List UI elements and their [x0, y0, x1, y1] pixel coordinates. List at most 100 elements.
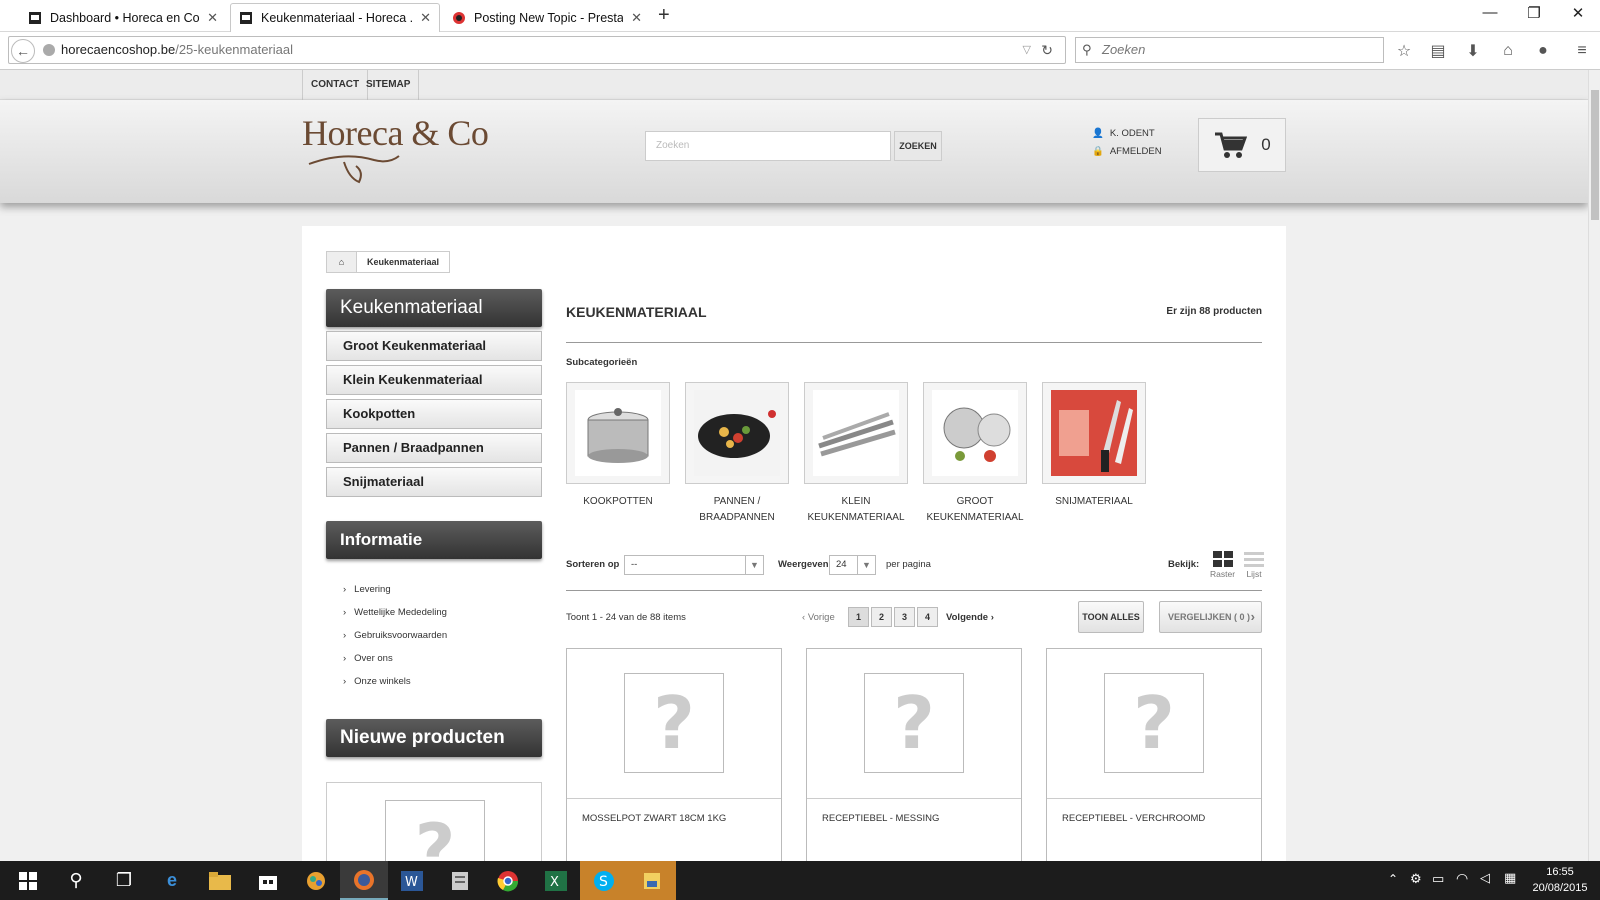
- subcategory-image[interactable]: [566, 382, 670, 484]
- subcategory-image[interactable]: [923, 382, 1027, 484]
- product-name[interactable]: RECEPTIEBEL - VERCHROOMD: [1062, 813, 1205, 824]
- subcategory-name-line2[interactable]: BRAADPANNEN: [685, 510, 789, 526]
- minimize-icon[interactable]: —: [1470, 4, 1510, 21]
- page-3-button[interactable]: 3: [894, 607, 915, 627]
- close-tab-icon[interactable]: ✕: [631, 10, 642, 26]
- subcategory-name-line2[interactable]: KEUKENMATERIAAL: [923, 510, 1027, 526]
- windows-start-icon[interactable]: [4, 861, 52, 900]
- folder-app-icon[interactable]: [628, 861, 676, 900]
- show-all-button[interactable]: TOON ALLES: [1078, 601, 1144, 633]
- restore-icon[interactable]: ❐: [1514, 4, 1554, 22]
- sort-select[interactable]: -- ▼: [624, 555, 764, 575]
- list-view-button[interactable]: Lijst: [1244, 551, 1264, 579]
- skype-icon[interactable]: S: [580, 861, 628, 900]
- subcategory-image[interactable]: [1042, 382, 1146, 484]
- compare-button[interactable]: VERGELIJKEN ( 0 ) ›: [1159, 601, 1262, 633]
- subcategory-groot-keukenmateriaal[interactable]: GROOT KEUKENMATERIAAL: [923, 382, 1027, 526]
- site-logo[interactable]: Horeca & Co: [302, 112, 492, 188]
- new-tab-icon[interactable]: +: [658, 4, 670, 27]
- category-block-title[interactable]: Keukenmateriaal: [326, 289, 542, 327]
- reading-list-icon[interactable]: ▤: [1427, 40, 1449, 62]
- subcategory-name-line2[interactable]: KEUKENMATERIAAL: [804, 510, 908, 526]
- subcategory-snijmateriaal[interactable]: SNIJMATERIAAL: [1042, 382, 1146, 510]
- word-icon[interactable]: W: [388, 861, 436, 900]
- subcategory-image[interactable]: [804, 382, 908, 484]
- sidebar-item-kookpotten[interactable]: Kookpotten: [326, 399, 542, 429]
- prev-page-link[interactable]: ‹ Vorige: [802, 612, 835, 623]
- subcategory-name[interactable]: GROOT: [923, 494, 1027, 510]
- store-icon[interactable]: [244, 861, 292, 900]
- subcategory-image[interactable]: [685, 382, 789, 484]
- reload-icon[interactable]: ↻: [1041, 37, 1053, 63]
- info-link-over-ons[interactable]: › Over ons: [343, 653, 393, 664]
- document-app-icon[interactable]: [436, 861, 484, 900]
- tab-dashboard[interactable]: Dashboard • Horeca en Co ... ✕: [20, 3, 226, 32]
- show-hidden-icons-icon[interactable]: ⌃: [1388, 872, 1398, 886]
- subcategory-name[interactable]: PANNEN /: [685, 494, 789, 510]
- tab-posting-new-topic[interactable]: Posting New Topic - Presta... ✕: [444, 3, 650, 32]
- info-link-onze-winkels[interactable]: › Onze winkels: [343, 676, 411, 687]
- page-1-button[interactable]: 1: [848, 607, 869, 627]
- cart-button[interactable]: 0: [1198, 118, 1286, 172]
- keyboard-icon[interactable]: ▦: [1504, 870, 1516, 886]
- sidebar-item-pannen-braadpannen[interactable]: Pannen / Braadpannen: [326, 433, 542, 463]
- menu-icon[interactable]: ≡: [1571, 40, 1593, 62]
- excel-icon[interactable]: X: [532, 861, 580, 900]
- back-arrow-icon[interactable]: ←: [11, 39, 35, 63]
- sidebar-item-groot-keukenmateriaal[interactable]: Groot Keukenmateriaal: [326, 331, 542, 361]
- scrollbar-thumb[interactable]: [1591, 90, 1599, 220]
- volume-icon[interactable]: ◁: [1480, 870, 1490, 886]
- close-window-icon[interactable]: ✕: [1558, 4, 1598, 22]
- product-name[interactable]: RECEPTIEBEL - MESSING: [822, 813, 939, 824]
- subcategory-kookpotten[interactable]: KOOKPOTTEN: [566, 382, 670, 510]
- network-status-icon[interactable]: ⚙: [1410, 871, 1422, 887]
- info-link-wettelijke-mededeling[interactable]: › Wettelijke Mededeling: [343, 607, 447, 618]
- close-tab-icon[interactable]: ✕: [207, 10, 218, 26]
- page-2-button[interactable]: 2: [871, 607, 892, 627]
- wifi-icon[interactable]: ◠: [1456, 870, 1468, 887]
- site-search-input[interactable]: Zoeken: [645, 131, 891, 161]
- browser-search-input[interactable]: ⚲ Zoeken: [1075, 37, 1384, 63]
- edge-icon[interactable]: e: [148, 861, 196, 900]
- grid-view-button[interactable]: Raster: [1210, 551, 1235, 579]
- subcategory-klein-keukenmateriaal[interactable]: KLEIN KEUKENMATERIAAL: [804, 382, 908, 526]
- close-tab-icon[interactable]: ✕: [420, 10, 431, 26]
- new-products-block-title[interactable]: Nieuwe producten: [326, 719, 542, 757]
- dropdown-arrow-icon[interactable]: ▽: [1023, 37, 1031, 63]
- tab-keukenmateriaal[interactable]: Keukenmateriaal - Horeca ... ✕: [230, 3, 440, 32]
- home-icon[interactable]: ⌂: [327, 252, 357, 272]
- subcategory-pannen-braadpannen[interactable]: PANNEN / BRAADPANNEN: [685, 382, 789, 526]
- subcategory-name[interactable]: KOOKPOTTEN: [566, 494, 670, 510]
- download-icon[interactable]: ⬇: [1462, 40, 1484, 62]
- bookmark-star-icon[interactable]: ☆: [1393, 40, 1415, 62]
- product-image[interactable]: ?: [567, 649, 781, 799]
- address-bar[interactable]: ← horecaencoshop.be/25-keukenmateriaal ▽…: [8, 36, 1066, 64]
- chrome-icon[interactable]: [484, 861, 532, 900]
- logout-link[interactable]: 🔒 AFMELDEN: [1092, 146, 1162, 157]
- product-name[interactable]: MOSSELPOT ZWART 18CM 1KG: [582, 813, 726, 824]
- product-image[interactable]: ?: [807, 649, 1021, 799]
- info-link-levering[interactable]: › Levering: [343, 584, 391, 595]
- task-view-icon[interactable]: ❐: [100, 861, 148, 900]
- file-explorer-icon[interactable]: [196, 861, 244, 900]
- subcategory-name[interactable]: SNIJMATERIAAL: [1042, 494, 1146, 510]
- next-page-link[interactable]: Volgende ›: [946, 612, 994, 623]
- subcategory-name[interactable]: KLEIN: [804, 494, 908, 510]
- search-icon[interactable]: ⚲: [52, 861, 100, 900]
- firefox-icon[interactable]: [340, 861, 388, 900]
- battery-icon[interactable]: ▭: [1432, 871, 1444, 887]
- sidebar-item-klein-keukenmateriaal[interactable]: Klein Keukenmateriaal: [326, 365, 542, 395]
- site-search-button[interactable]: ZOEKEN: [894, 131, 942, 161]
- chat-icon[interactable]: ●: [1532, 40, 1554, 62]
- paint-icon[interactable]: [292, 861, 340, 900]
- vertical-scrollbar[interactable]: [1588, 70, 1600, 861]
- page-4-button[interactable]: 4: [917, 607, 938, 627]
- sitemap-link[interactable]: SITEMAP: [358, 70, 420, 100]
- product-image[interactable]: ?: [1047, 649, 1261, 799]
- sidebar-item-snijmateriaal[interactable]: Snijmateriaal: [326, 467, 542, 497]
- system-clock[interactable]: 16:55 20/08/2015: [1530, 864, 1590, 896]
- account-link[interactable]: 👤 K. ODENT: [1092, 128, 1155, 139]
- info-link-gebruiksvoorwaarden[interactable]: › Gebruiksvoorwaarden: [343, 630, 447, 641]
- home-icon[interactable]: ⌂: [1497, 40, 1519, 62]
- per-page-select[interactable]: 24 ▼: [829, 555, 876, 575]
